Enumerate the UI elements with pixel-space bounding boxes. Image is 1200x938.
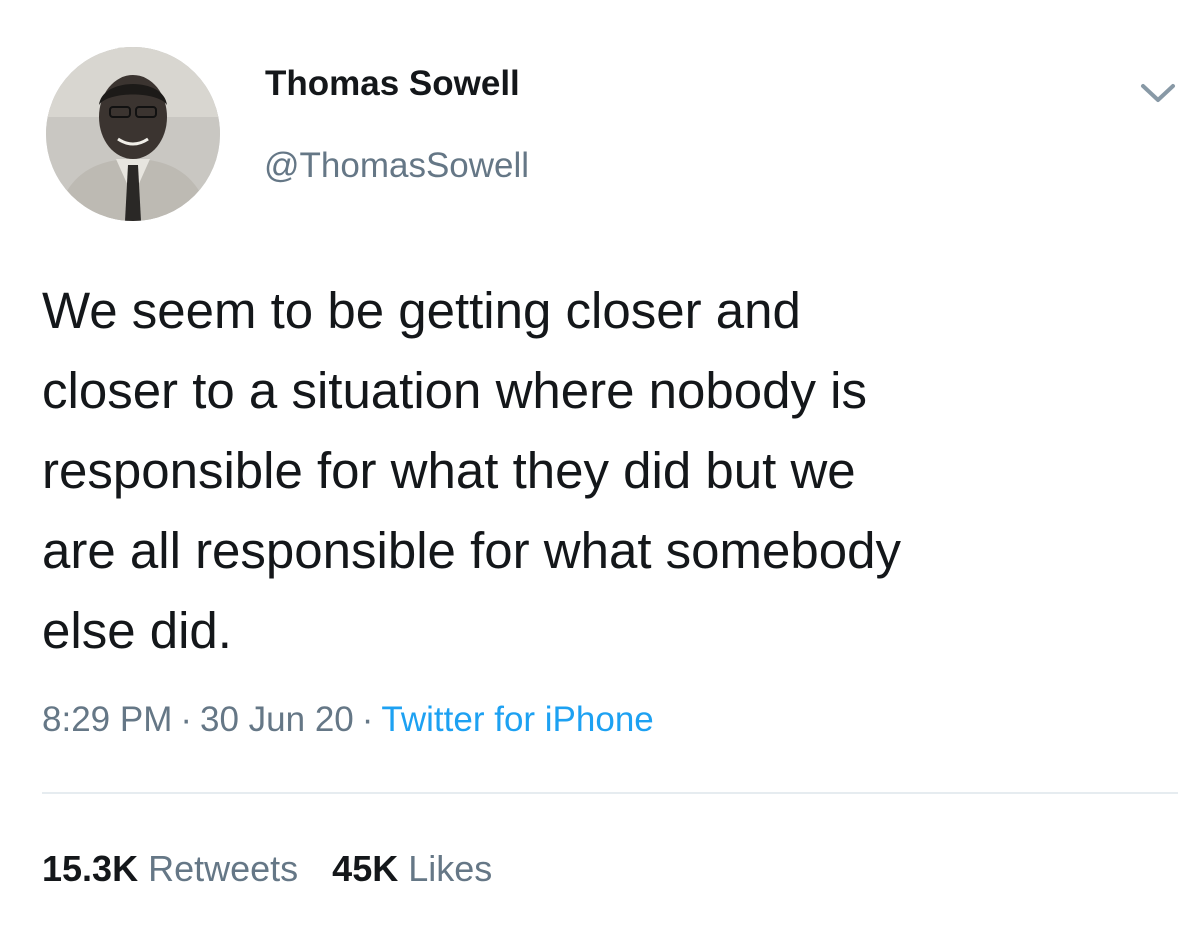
tweet-source-link[interactable]: Twitter for iPhone	[381, 700, 653, 739]
retweets-count: 15.3K	[42, 848, 139, 889]
chevron-down-icon[interactable]	[1138, 80, 1178, 106]
profile-photo	[46, 47, 220, 221]
user-handle[interactable]: @ThomasSowell	[264, 146, 529, 186]
likes-count: 45K	[332, 848, 399, 889]
meta-separator: ·	[180, 700, 193, 739]
retweets-label: Retweets	[148, 848, 299, 889]
tweet-text: We seem to be getting closer and closer …	[42, 282, 901, 659]
avatar[interactable]	[46, 47, 220, 221]
likes-stat[interactable]: 45K Likes	[332, 848, 492, 889]
tweet-card: Thomas Sowell @ThomasSowell We seem to b…	[0, 0, 1200, 938]
tweet-stats: 15.3K Retweets 45K Likes	[42, 848, 492, 890]
tweet-date[interactable]: 30 Jun 20	[200, 700, 354, 739]
likes-label: Likes	[408, 848, 493, 889]
meta-separator: ·	[361, 700, 374, 739]
retweets-stat[interactable]: 15.3K Retweets	[42, 848, 298, 889]
tweet-meta: 8:29 PM · 30 Jun 20 · Twitter for iPhone	[42, 700, 654, 740]
divider	[42, 792, 1178, 794]
tweet-time[interactable]: 8:29 PM	[42, 700, 172, 739]
display-name[interactable]: Thomas Sowell	[265, 64, 520, 104]
